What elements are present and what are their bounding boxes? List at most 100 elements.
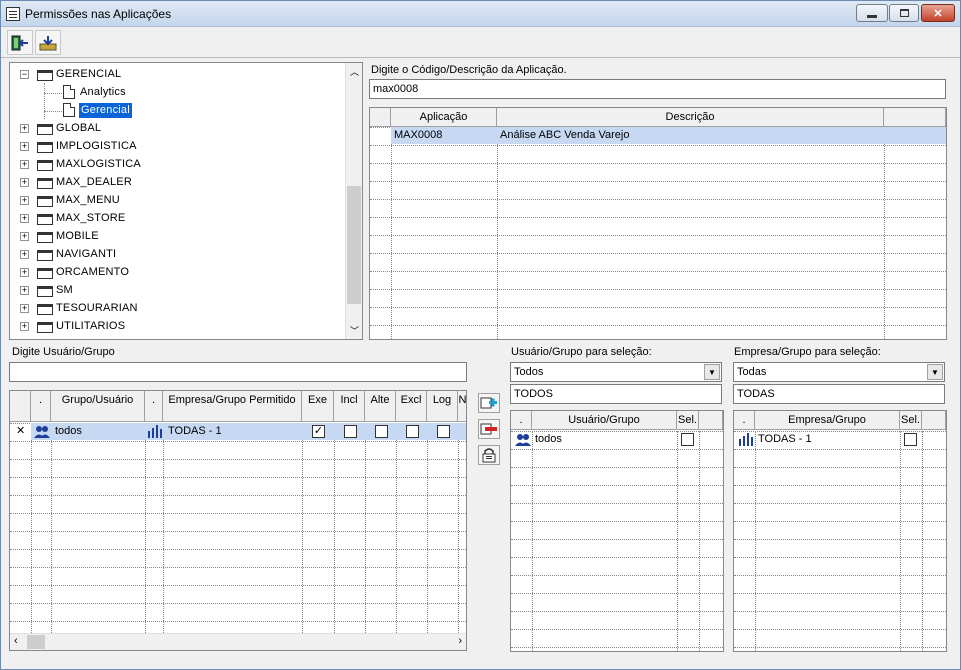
perm-header-dot2[interactable]: . xyxy=(145,391,163,422)
user-sel-checkbox[interactable] xyxy=(681,433,694,446)
company-grid-header-sel[interactable]: Sel. xyxy=(900,411,922,430)
perm-header-alte[interactable]: Alte xyxy=(365,391,396,422)
user-select-grid[interactable]: . Usuário/Grupo Sel. todos xyxy=(510,410,724,652)
expand-icon[interactable]: + xyxy=(20,250,29,259)
perm-header-dot[interactable]: . xyxy=(31,391,51,422)
perm-header-log[interactable]: Log xyxy=(427,391,458,422)
grid-line xyxy=(10,549,466,550)
collapse-icon[interactable]: − xyxy=(20,70,29,79)
tree-item[interactable]: + MAX_STORE xyxy=(10,210,340,228)
expand-icon[interactable]: + xyxy=(20,322,29,331)
app-grid-header-aplicacao[interactable]: Aplicação xyxy=(391,108,497,127)
exe-checkbox[interactable]: ✓ xyxy=(312,425,325,438)
expand-icon[interactable]: + xyxy=(20,124,29,133)
tree-item[interactable]: + MOBILE xyxy=(10,228,340,246)
app-search-input[interactable]: max0008 xyxy=(369,79,946,99)
tree-item-label: Analytics xyxy=(80,86,126,98)
tree-item[interactable]: + MAX_DEALER xyxy=(10,174,340,192)
grid-line xyxy=(10,531,466,532)
tree-item[interactable]: + NAVIGANTI xyxy=(10,246,340,264)
grid-line xyxy=(511,593,723,594)
grid-line xyxy=(370,199,946,200)
perm-hscrollbar[interactable]: ‹ › xyxy=(10,633,466,650)
grid-line xyxy=(511,575,723,576)
tree-item[interactable]: + TESOURARIAN xyxy=(10,300,340,318)
tree-item[interactable]: + GLOBAL xyxy=(10,120,340,138)
log-checkbox[interactable] xyxy=(437,425,450,438)
add-permission-button[interactable] xyxy=(478,393,500,413)
tree-item[interactable]: + IMPLOGISTICA xyxy=(10,138,340,156)
company-sel-checkbox[interactable] xyxy=(904,433,917,446)
user-row-name[interactable]: todos xyxy=(532,431,672,448)
grid-line xyxy=(10,603,466,604)
company-select-dropdown[interactable]: Todas ▼ xyxy=(733,362,945,382)
tree-item[interactable]: − GERENCIAL xyxy=(10,66,340,84)
tree-scroll-thumb[interactable] xyxy=(347,186,361,304)
remove-permission-button[interactable] xyxy=(478,419,500,439)
scroll-left-icon[interactable]: ‹ xyxy=(14,635,18,647)
perm-header-user[interactable]: Grupo/Usuário xyxy=(51,391,145,422)
perm-header-incl[interactable]: Incl xyxy=(334,391,365,422)
grid-line xyxy=(163,423,164,633)
tree-item[interactable]: + MAXLOGISTICA xyxy=(10,156,340,174)
title-bar: Permissões nas Aplicações ✕ xyxy=(1,1,960,27)
perm-header-n[interactable]: N xyxy=(458,391,466,422)
lock-button[interactable] xyxy=(478,445,500,465)
expand-icon[interactable]: + xyxy=(20,178,29,187)
grid-line xyxy=(370,235,946,236)
incl-checkbox[interactable] xyxy=(344,425,357,438)
user-grid-header-sel[interactable]: Sel. xyxy=(677,411,699,430)
user-filter-input[interactable]: TODOS xyxy=(510,384,722,404)
expand-icon[interactable]: + xyxy=(20,196,29,205)
folder-icon xyxy=(37,124,53,135)
chevron-down-icon[interactable]: ▼ xyxy=(704,364,720,380)
export-button[interactable] xyxy=(35,30,61,55)
expand-icon[interactable]: + xyxy=(20,142,29,151)
tree-item[interactable]: + ORCAMENTO xyxy=(10,264,340,282)
scroll-up-icon[interactable]: ︿ xyxy=(350,65,359,78)
grid-line xyxy=(370,217,946,218)
grid-line xyxy=(10,441,466,442)
exit-button[interactable] xyxy=(7,30,33,55)
scroll-right-icon[interactable]: › xyxy=(458,635,462,647)
expand-icon[interactable]: + xyxy=(20,232,29,241)
grid-line xyxy=(10,621,466,622)
chevron-down-icon[interactable]: ▼ xyxy=(927,364,943,380)
expand-icon[interactable]: + xyxy=(20,268,29,277)
tree-item[interactable]: + UTILITARIOS xyxy=(10,318,340,336)
perm-scroll-thumb[interactable] xyxy=(27,635,45,649)
scroll-down-icon[interactable]: ﹀ xyxy=(350,324,359,337)
perm-header-excl[interactable]: Excl xyxy=(396,391,427,422)
grid-line xyxy=(511,449,723,450)
minimize-button[interactable] xyxy=(856,4,888,22)
excl-checkbox[interactable] xyxy=(406,425,419,438)
restore-button[interactable] xyxy=(889,4,919,22)
tree-scrollbar[interactable]: ︿ ﹀ xyxy=(345,63,362,339)
company-grid-header-name[interactable]: Empresa/Grupo xyxy=(755,411,900,430)
alte-checkbox[interactable] xyxy=(375,425,388,438)
expand-icon[interactable]: + xyxy=(20,160,29,169)
company-select-grid[interactable]: . Empresa/Grupo Sel. TODAS - 1 xyxy=(733,410,947,652)
user-grid-header-name[interactable]: Usuário/Grupo xyxy=(532,411,677,430)
expand-icon[interactable]: + xyxy=(20,304,29,313)
restore-icon xyxy=(899,9,909,17)
permission-grid[interactable]: . Grupo/Usuário. Empresa/Grupo Permitido Ex… xyxy=(9,390,467,651)
app-grid-header-descricao[interactable]: Descrição xyxy=(497,108,884,127)
application-grid[interactable]: Aplicação Descrição MAX0008 Análise ABC … xyxy=(369,107,947,340)
user-search-input[interactable] xyxy=(9,362,467,382)
company-filter-input[interactable]: TODAS xyxy=(733,384,945,404)
tree-item[interactable]: + MAX_MENU xyxy=(10,192,340,210)
grid-line xyxy=(10,459,466,460)
expand-icon[interactable]: + xyxy=(20,214,29,223)
grid-line xyxy=(734,449,946,450)
perm-header-exe[interactable]: Exe xyxy=(302,391,334,422)
company-row-name[interactable]: TODAS - 1 xyxy=(755,431,895,448)
application-tree[interactable]: − GERENCIAL Analytics Gerencial + GLOBAL + IMPL… xyxy=(9,62,363,340)
main-window: Permissões nas Aplicações ✕ − GERENCIAL … xyxy=(0,0,961,670)
perm-header-company[interactable]: Empresa/Grupo Permitido xyxy=(163,391,302,422)
expand-icon[interactable]: + xyxy=(20,286,29,295)
close-button[interactable]: ✕ xyxy=(921,4,955,22)
user-select-dropdown[interactable]: Todos ▼ xyxy=(510,362,722,382)
perm-company-cell: TODAS - 1 xyxy=(168,425,222,437)
tree-item[interactable]: + SM xyxy=(10,282,340,300)
